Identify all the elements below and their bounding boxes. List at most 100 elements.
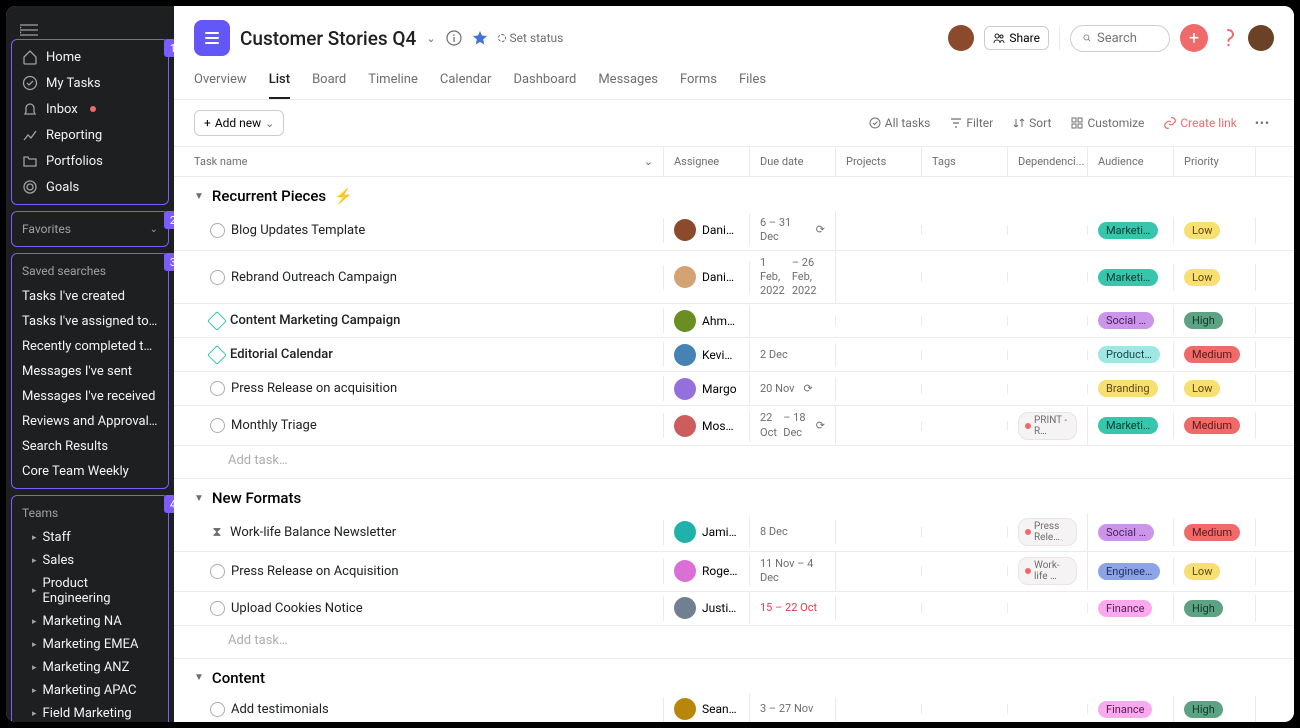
audience-cell[interactable]: Finance <box>1088 595 1174 622</box>
tab-list[interactable]: List <box>269 66 290 99</box>
member-avatar[interactable] <box>948 25 974 51</box>
due-date-cell[interactable]: 3 – 27 Nov <box>750 697 836 721</box>
tab-timeline[interactable]: Timeline <box>368 66 418 99</box>
col-tags[interactable]: Tags <box>922 147 1008 176</box>
nav-item-my-tasks[interactable]: My Tasks <box>12 70 168 96</box>
section-header[interactable]: ▼New Formats <box>174 479 1294 513</box>
priority-cell[interactable]: Medium <box>1174 412 1256 439</box>
dependencies-cell[interactable] <box>1008 316 1088 326</box>
search-box[interactable] <box>1070 25 1170 52</box>
nav-item-home[interactable]: Home <box>12 44 168 70</box>
complete-checkbox[interactable] <box>210 601 225 616</box>
col-priority[interactable]: Priority <box>1174 147 1256 176</box>
project-icon[interactable] <box>194 20 230 56</box>
dependencies-cell[interactable]: Work-life … <box>1008 552 1088 590</box>
team-item[interactable]: Marketing EMEA <box>12 633 168 656</box>
dependencies-cell[interactable] <box>1008 350 1088 360</box>
tags-cell[interactable] <box>922 350 1008 360</box>
projects-cell[interactable] <box>836 527 922 537</box>
col-assignee[interactable]: Assignee <box>664 147 750 176</box>
projects-cell[interactable] <box>836 603 922 613</box>
dependencies-cell[interactable]: Press Rele… <box>1008 513 1088 551</box>
dependency-pill[interactable]: Press Rele… <box>1018 518 1077 546</box>
due-date-cell[interactable]: 6 – 31 Dec⟳ <box>750 211 836 250</box>
tags-cell[interactable] <box>922 603 1008 613</box>
tags-cell[interactable] <box>922 704 1008 714</box>
projects-cell[interactable] <box>836 566 922 576</box>
task-table[interactable]: Task name⌄ Assignee Due date Projects Ta… <box>174 147 1294 722</box>
dependency-pill[interactable]: Work-life … <box>1018 557 1077 585</box>
assignee-cell[interactable]: Daniela Var… <box>664 214 750 246</box>
search-input[interactable] <box>1097 31 1157 46</box>
add-task-button[interactable]: Add task… <box>174 446 1294 479</box>
tags-cell[interactable] <box>922 272 1008 282</box>
dependencies-cell[interactable] <box>1008 225 1088 235</box>
global-add-button[interactable]: + <box>1180 24 1208 52</box>
sort-button[interactable]: Sort <box>1007 112 1057 134</box>
complete-checkbox[interactable] <box>207 345 227 365</box>
share-button[interactable]: Share <box>984 26 1049 50</box>
priority-cell[interactable]: High <box>1174 595 1256 622</box>
task-row[interactable]: Editorial CalendarKevin New…2 DecProduct… <box>174 338 1294 372</box>
due-date-cell[interactable] <box>750 316 836 326</box>
nav-item-goals[interactable]: Goals <box>12 174 168 200</box>
audience-cell[interactable]: Marketi… <box>1088 412 1174 439</box>
saved-search-item[interactable]: Tasks I've assigned to others <box>12 309 168 334</box>
section-header[interactable]: ▼Content <box>174 659 1294 693</box>
due-date-cell[interactable]: 20 Nov⟳ <box>750 377 836 401</box>
dependencies-cell[interactable]: PRINT - R… <box>1008 407 1088 445</box>
complete-checkbox[interactable] <box>210 564 225 579</box>
task-name-cell[interactable]: Monthly Triage <box>174 413 664 438</box>
saved-search-item[interactable]: Reviews and Approvals … <box>12 409 168 434</box>
task-row[interactable]: Blog Updates TemplateDaniela Var…6 – 31 … <box>174 211 1294 251</box>
all-tasks-button[interactable]: All tasks <box>863 112 937 134</box>
tab-forms[interactable]: Forms <box>680 66 717 99</box>
complete-checkbox[interactable] <box>210 702 225 717</box>
dependencies-cell[interactable] <box>1008 603 1088 613</box>
teams-header[interactable]: Teams <box>12 500 168 526</box>
dependency-pill[interactable]: PRINT - R… <box>1018 412 1077 440</box>
projects-cell[interactable] <box>836 225 922 235</box>
sidebar-collapse-icon[interactable] <box>6 14 174 36</box>
team-item[interactable]: Marketing APAC <box>12 679 168 702</box>
add-task-button[interactable]: Add task… <box>174 626 1294 659</box>
audience-cell[interactable]: Social … <box>1088 307 1174 334</box>
projects-cell[interactable] <box>836 421 922 431</box>
user-avatar[interactable] <box>1248 25 1274 51</box>
assignee-cell[interactable]: Daniela Var… <box>664 261 750 293</box>
projects-cell[interactable] <box>836 350 922 360</box>
audience-cell[interactable]: Marketi… <box>1088 217 1174 244</box>
tags-cell[interactable] <box>922 225 1008 235</box>
assignee-cell[interactable]: Margo <box>664 373 750 405</box>
priority-cell[interactable]: High <box>1174 696 1256 722</box>
help-icon[interactable] <box>1218 28 1238 48</box>
task-name-cell[interactable]: Content Marketing Campaign <box>174 308 664 333</box>
tags-cell[interactable] <box>922 527 1008 537</box>
tags-cell[interactable] <box>922 384 1008 394</box>
priority-cell[interactable]: Low <box>1174 558 1256 585</box>
task-name-cell[interactable]: Rebrand Outreach Campaign <box>174 265 664 290</box>
team-item[interactable]: Sales <box>12 549 168 572</box>
saved-search-item[interactable]: Tasks I've created <box>12 284 168 309</box>
task-row[interactable]: Press Release on acquisitionMargo20 Nov⟳… <box>174 372 1294 406</box>
due-date-cell[interactable]: 15 – 22 Oct <box>750 596 836 620</box>
task-name-cell[interactable]: Blog Updates Template <box>174 218 664 243</box>
section-header[interactable]: ▼Recurrent Pieces⚡ <box>174 177 1294 211</box>
saved-search-item[interactable]: Messages I've sent <box>12 359 168 384</box>
task-row[interactable]: Monthly TriageMoses Fidel22 Oct– 18 Dec⟳… <box>174 406 1294 446</box>
col-task-name[interactable]: Task name⌄ <box>174 147 664 176</box>
col-due-date[interactable]: Due date <box>750 147 836 176</box>
audience-cell[interactable]: Social … <box>1088 519 1174 546</box>
projects-cell[interactable] <box>836 316 922 326</box>
audience-cell[interactable]: Product… <box>1088 341 1174 368</box>
tab-files[interactable]: Files <box>739 66 766 99</box>
due-date-cell[interactable]: 8 Dec <box>750 520 836 544</box>
task-row[interactable]: Add testimonialsSean Dem…3 – 27 NovFinan… <box>174 693 1294 722</box>
tab-messages[interactable]: Messages <box>598 66 658 99</box>
assignee-cell[interactable]: Justin Dean <box>664 592 750 624</box>
task-row[interactable]: ⧗Work-life Balance NewsletterJamie Stap…… <box>174 513 1294 552</box>
assignee-cell[interactable]: Moses Fidel <box>664 410 750 442</box>
tab-dashboard[interactable]: Dashboard <box>513 66 576 99</box>
assignee-cell[interactable]: Kevin New… <box>664 339 750 371</box>
star-icon[interactable] <box>472 30 488 46</box>
